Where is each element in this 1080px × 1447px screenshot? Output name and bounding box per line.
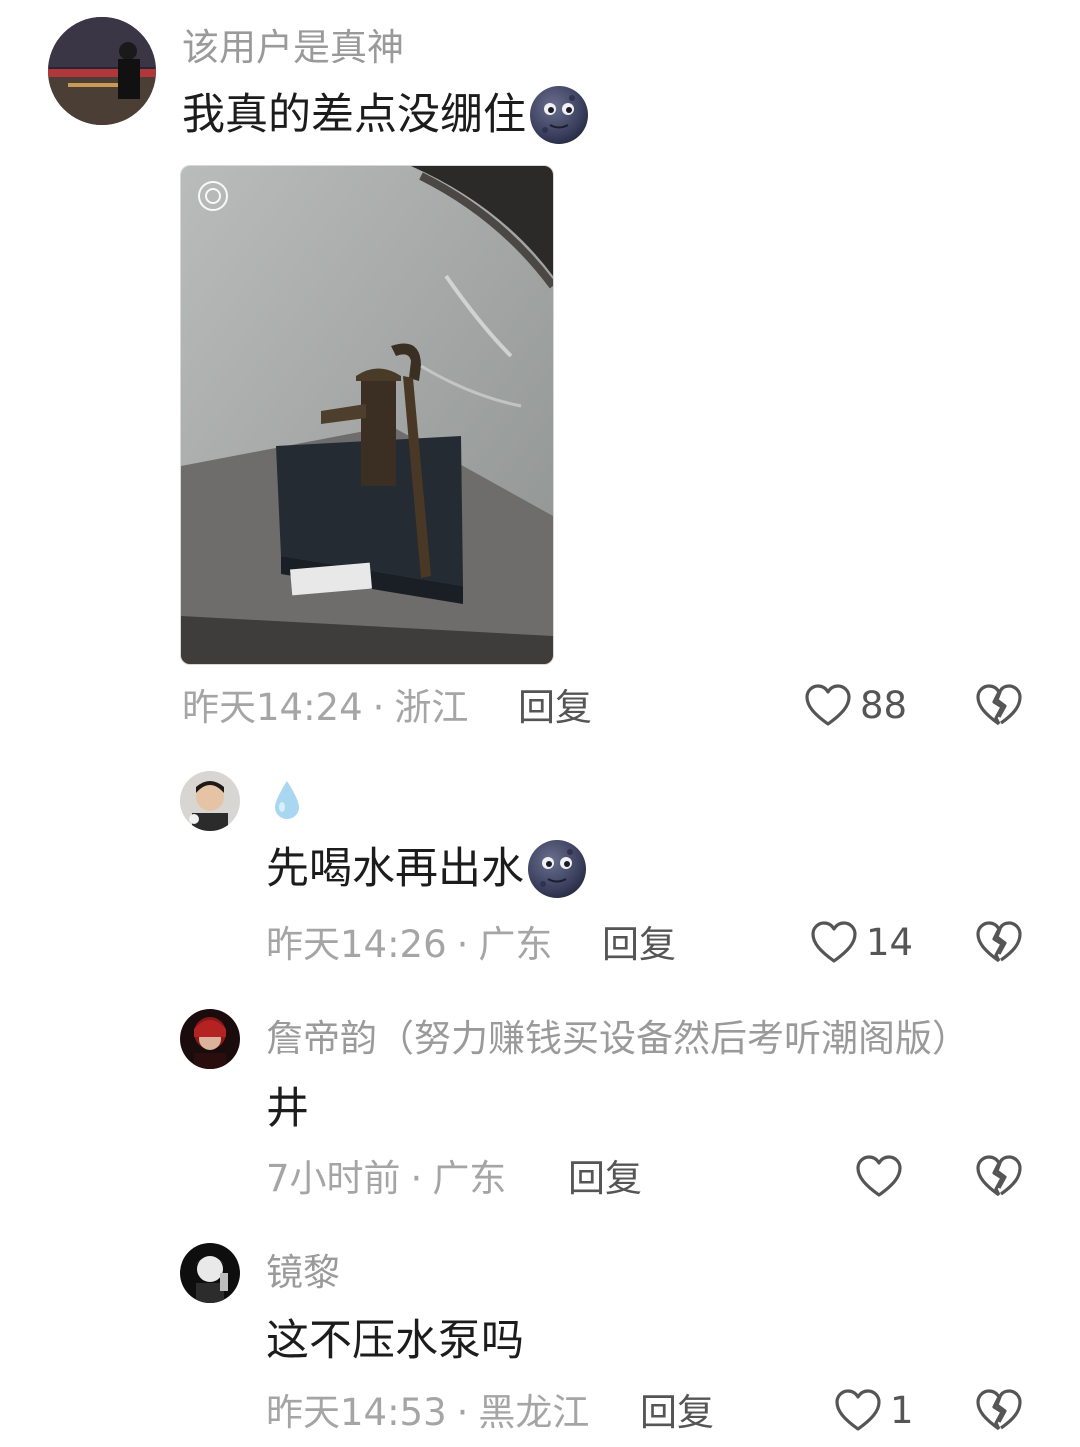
location: 黑龙江: [478, 1391, 590, 1434]
comment-text: 井: [266, 1088, 309, 1131]
avatar-image: [180, 771, 240, 831]
new-moon-face-emoji: [528, 84, 590, 146]
location: 广东: [478, 923, 553, 966]
comment-meta: 昨天14:26 · 广东: [266, 926, 552, 963]
reply-button[interactable]: 回复: [602, 926, 676, 963]
like-count: 88: [860, 683, 908, 727]
broken-heart-icon: [975, 682, 1023, 728]
avatar-image: [180, 1009, 240, 1069]
like-button[interactable]: 1: [834, 1388, 914, 1432]
username[interactable]: [272, 779, 302, 827]
dislike-button[interactable]: [975, 919, 1023, 965]
reply-button[interactable]: 回复: [640, 1394, 714, 1431]
broken-heart-icon: [975, 919, 1023, 965]
water-pump-photo: [181, 166, 553, 664]
heart-outline-icon: [804, 683, 852, 727]
like-count: 1: [890, 1388, 914, 1432]
comment-meta: 7小时前 · 广东: [266, 1160, 506, 1197]
comment-meta: 昨天14:53 · 黑龙江: [266, 1394, 589, 1431]
timestamp: 昨天14:53: [266, 1391, 447, 1434]
avatar[interactable]: [180, 1009, 240, 1069]
avatar[interactable]: [180, 1243, 240, 1303]
heart-outline-icon: [810, 920, 858, 964]
comment-attached-photo[interactable]: [180, 165, 554, 665]
dislike-button[interactable]: [975, 682, 1023, 728]
avatar-image: [180, 1243, 240, 1303]
location: 广东: [432, 1157, 507, 1200]
dislike-button[interactable]: [975, 1153, 1023, 1199]
username[interactable]: 詹帝韵（努力赚钱买设备然后考听潮阁版）: [266, 1020, 969, 1057]
reply-button[interactable]: 回复: [518, 689, 592, 726]
timestamp: 昨天14:24: [182, 686, 363, 729]
comment-text-body: 先喝水再出水: [266, 843, 524, 894]
new-moon-face-emoji: [526, 838, 588, 900]
avatar[interactable]: [48, 17, 156, 125]
droplet-emoji: [275, 781, 299, 819]
meta-separator: ·: [456, 1391, 469, 1434]
comment-text-body: 我真的差点没绷住: [182, 89, 526, 140]
broken-heart-icon: [975, 1153, 1023, 1199]
avatar[interactable]: [180, 771, 240, 831]
reply-button[interactable]: 回复: [568, 1160, 642, 1197]
meta-separator: ·: [410, 1157, 423, 1200]
like-button[interactable]: 14: [810, 920, 913, 964]
heart-outline-icon: [855, 1154, 903, 1198]
heart-outline-icon: [834, 1388, 882, 1432]
comment-text: 先喝水再出水: [266, 838, 588, 900]
like-button[interactable]: 88: [804, 683, 907, 727]
username[interactable]: 镜黎: [266, 1254, 340, 1291]
like-button[interactable]: [855, 1154, 911, 1198]
comment-text-body: 这不压水泵吗: [266, 1316, 524, 1366]
like-count: 14: [866, 920, 914, 964]
comment-text: 我真的差点没绷住: [182, 84, 590, 146]
username[interactable]: 该用户是真神: [182, 29, 404, 66]
comment-text: 这不压水泵吗: [266, 1320, 524, 1363]
meta-separator: ·: [372, 686, 385, 729]
timestamp: 昨天14:26: [266, 923, 447, 966]
timestamp: 7小时前: [266, 1157, 401, 1200]
broken-heart-icon: [975, 1387, 1023, 1433]
avatar-image: [48, 17, 156, 125]
comment-text-body: 井: [266, 1084, 309, 1134]
meta-separator: ·: [456, 923, 469, 966]
location: 浙江: [394, 686, 469, 729]
dislike-button[interactable]: [975, 1387, 1023, 1433]
comment-meta: 昨天14:24 · 浙江: [182, 689, 468, 726]
